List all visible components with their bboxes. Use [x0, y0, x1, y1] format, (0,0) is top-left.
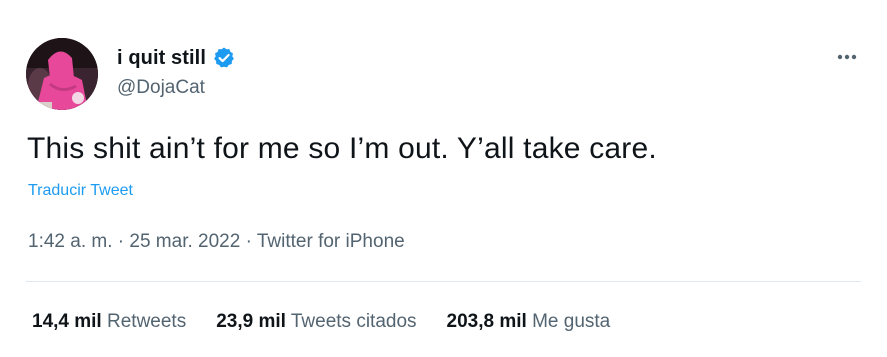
- more-options-button[interactable]: [832, 42, 862, 72]
- tweet-card: i quit still @DojaCat This shit ain’t fo…: [0, 0, 887, 357]
- tweet-meta: 1:42 a. m. · 25 mar. 2022 · Twitter for …: [28, 231, 405, 253]
- tweet-source[interactable]: Twitter for iPhone: [257, 231, 405, 252]
- retweets-label: Retweets: [107, 311, 187, 332]
- likes-count: 203,8 mil: [446, 311, 527, 332]
- retweets-count: 14,4 mil: [32, 311, 102, 332]
- author-handle[interactable]: @DojaCat: [117, 77, 205, 99]
- tweet-text: This shit ain’t for me so I’m out. Y’all…: [27, 132, 657, 165]
- tweet-time[interactable]: 1:42 a. m.: [28, 231, 113, 252]
- verified-badge-icon: [212, 46, 236, 70]
- divider: [26, 281, 861, 282]
- meta-separator: ·: [245, 231, 252, 252]
- likes-stat[interactable]: 203,8 mil Me gusta: [447, 311, 611, 333]
- more-options-icon: [837, 54, 857, 60]
- avatar[interactable]: [26, 38, 98, 110]
- meta-separator: ·: [117, 231, 125, 252]
- likes-label: Me gusta: [532, 311, 611, 332]
- avatar-image: [26, 38, 98, 110]
- quote-tweets-label: Tweets citados: [290, 311, 417, 332]
- translate-tweet-link[interactable]: Traducir Tweet: [28, 182, 133, 200]
- author-display-name[interactable]: i quit still: [117, 47, 206, 70]
- tweet-stats: 14,4 mil Retweets 23,9 mil Tweets citado…: [32, 311, 610, 333]
- quote-tweets-stat[interactable]: 23,9 mil Tweets citados: [216, 311, 416, 333]
- tweet-date[interactable]: 25 mar. 2022: [129, 231, 240, 252]
- quote-tweets-count: 23,9 mil: [216, 311, 286, 332]
- author-name-row: i quit still: [117, 44, 236, 72]
- retweets-stat[interactable]: 14,4 mil Retweets: [32, 311, 186, 333]
